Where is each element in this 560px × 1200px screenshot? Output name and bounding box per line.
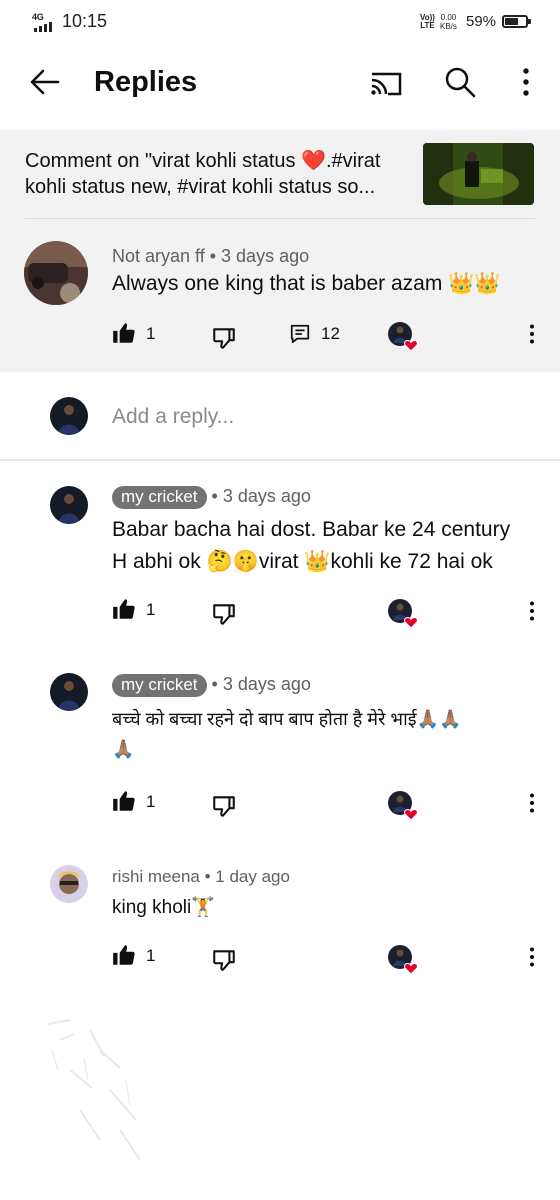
divider [0,459,560,461]
thumbs-down-icon [213,604,235,625]
thumbs-up-icon [113,945,135,965]
status-bar: 4G 10:15 Vo)) LTE 0.00 KB/s 59% [0,0,560,44]
add-reply-input[interactable]: Add a reply... [112,405,234,429]
comment-age: • 3 days ago [209,246,310,266]
video-context[interactable]: Comment on "virat kohli status ❤️.#virat… [25,148,415,200]
like-count: 1 [146,946,156,965]
avatar[interactable] [50,486,88,524]
thumbs-down-icon [213,950,235,971]
battery-icon [502,15,531,28]
reply-age: • 1 day ago [204,867,290,886]
creator-heart [387,944,421,981]
search-button[interactable] [440,62,480,102]
context-divider [25,218,535,219]
more-vert-icon [530,793,534,813]
video-thumbnail[interactable] [423,143,534,205]
creator-heart-icon [388,945,418,975]
avatar[interactable] [24,241,88,305]
avatar[interactable] [50,397,88,435]
creator-heart-icon [388,599,418,629]
arrow-left-icon [30,69,60,95]
thumbs-down-icon [213,796,235,817]
reply-meta: my cricket • 3 days ago [112,486,311,509]
volte-indicator: Vo)) LTE [420,13,435,30]
reply-author-badge[interactable]: my cricket [112,674,207,697]
clock: 10:15 [62,11,108,31]
like-count: 1 [146,792,156,811]
dislike-button[interactable] [211,325,237,356]
reply-text: बच्चे को बच्चा रहने दो बाप बाप होता है म… [112,709,462,759]
reply-more-button[interactable] [520,791,544,820]
network-type: 4G [32,12,44,22]
app-bar: Replies [0,44,560,124]
comment-text: Always one king that is baber azam 👑👑 [112,272,501,295]
comment-more-button[interactable] [520,322,544,351]
reply-more-button[interactable] [520,945,544,974]
dislike-button[interactable] [211,601,237,632]
page-title: Replies [94,66,198,98]
like-count: 1 [146,324,156,343]
more-vert-icon [523,68,529,96]
reply-meta: rishi meena • 1 day ago [112,867,290,887]
battery-percent: 59% [466,13,497,30]
screen-smudge [47,1019,141,1161]
creator-heart [387,598,421,635]
more-options-button[interactable] [506,62,546,102]
comment-author[interactable]: Not aryan ff [112,246,205,266]
like-button[interactable] [111,788,137,819]
reply-author[interactable]: rishi meena [112,867,200,886]
more-vert-icon [530,601,534,621]
reply-author-badge[interactable]: my cricket [112,486,207,509]
back-button[interactable] [24,62,64,102]
reply-age: • 3 days ago [211,486,311,506]
reply-count: 12 [321,324,340,343]
thumbs-up-icon [113,323,135,343]
reply-meta: my cricket • 3 days ago [112,674,311,697]
avatar[interactable] [50,865,88,903]
creator-heart [387,790,421,827]
thumbs-up-icon [113,791,135,811]
creator-heart [387,321,421,358]
reply-age: • 3 days ago [211,674,311,694]
cast-icon [371,72,402,96]
comment-icon [290,324,310,344]
more-vert-icon [530,947,534,967]
like-button[interactable] [111,942,137,973]
network-speed: 0.00 KB/s [440,13,457,31]
dislike-button[interactable] [211,793,237,824]
signal-icon [34,22,52,32]
reply-text: king kholi🏋️ [112,897,215,918]
replies-button[interactable] [289,323,311,350]
like-count: 1 [146,600,156,619]
reply-text: Babar bacha hai dost. Babar ke 24 centur… [112,518,511,573]
like-button[interactable] [111,320,137,351]
more-vert-icon [530,324,534,344]
thumbs-up-icon [113,599,135,619]
like-button[interactable] [111,596,137,627]
dislike-button[interactable] [211,947,237,978]
search-icon [445,67,476,98]
thumbs-down-icon [213,328,235,349]
cast-button[interactable] [366,64,406,104]
creator-heart-icon [388,791,418,821]
avatar[interactable] [50,673,88,711]
comment-meta: Not aryan ff • 3 days ago [112,246,309,267]
reply-more-button[interactable] [520,599,544,628]
creator-heart-icon [388,322,418,352]
